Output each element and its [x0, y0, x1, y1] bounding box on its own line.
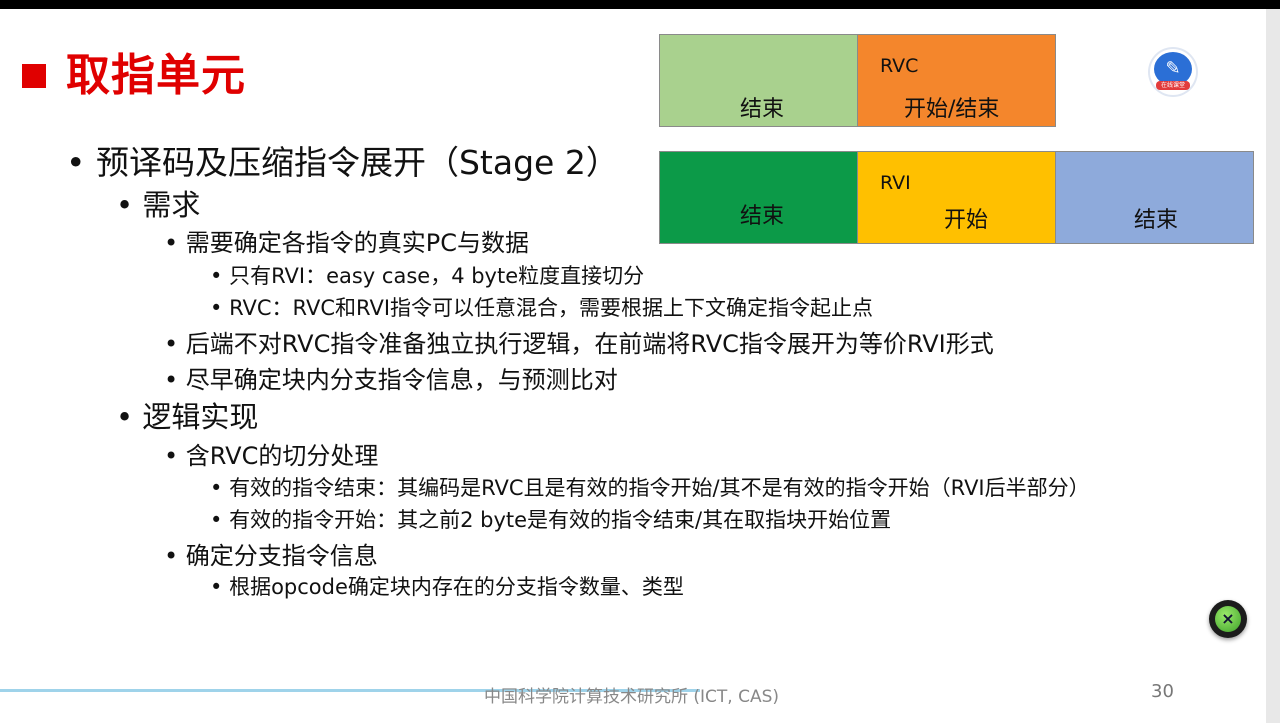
bullet-dot: • — [164, 330, 179, 358]
bullet-dot: • — [164, 442, 179, 470]
close-button[interactable]: × — [1209, 600, 1247, 638]
bullet-item: • 需要确定各指令的真实PC与数据 — [164, 223, 529, 258]
bullet-item: • 尽早确定块内分支指令信息，与预测比对 — [164, 360, 618, 395]
bullet-text: 逻辑实现 — [142, 400, 259, 434]
logo-caption: 在线课堂 — [1156, 81, 1190, 90]
title-marker — [22, 64, 46, 88]
bullet-item: • 有效的指令开始：其之前2 byte是有效的指令结束/其在取指块开始位置 — [210, 504, 891, 534]
bullet-dot: • — [164, 229, 179, 257]
bullet-item: • 根据opcode确定块内存在的分支指令数量、类型 — [210, 571, 684, 601]
bullet-item: • 逻辑实现 — [116, 394, 258, 436]
bullet-dot: • — [66, 143, 86, 182]
rvc-row-end-cell: 结束 — [659, 34, 858, 127]
cell-label: 开始/结束 — [904, 97, 1000, 122]
bullet-item: • 只有RVI：easy case，4 byte粒度直接切分 — [210, 260, 644, 290]
cell-label: 结束 — [740, 204, 785, 229]
rvc-row-start-end-cell: RVC 开始/结束 — [857, 34, 1056, 127]
bullet-text: 根据opcode确定块内存在的分支指令数量、类型 — [229, 575, 684, 599]
rvi-row-end-cell-2: 结束 — [1055, 151, 1254, 244]
bullet-dot: • — [210, 476, 223, 500]
classroom-logo: ✎ 在线课堂 — [1150, 49, 1196, 95]
bullet-item: • 确定分支指令信息 — [164, 536, 378, 571]
bullet-text: 含RVC的切分处理 — [185, 442, 379, 470]
bullet-text: 有效的指令结束：其编码是RVC且是有效的指令开始/其不是有效的指令开始（RVI后… — [229, 476, 1090, 500]
bullet-text: 只有RVI：easy case，4 byte粒度直接切分 — [229, 264, 645, 288]
cell-label: 结束 — [740, 97, 785, 122]
rvi-row-end-cell: 结束 — [659, 151, 858, 244]
slide-title: 取指单元 — [66, 50, 246, 101]
bullet-text: 确定分支指令信息 — [185, 542, 378, 570]
bullet-dot: • — [164, 542, 179, 570]
close-icon: × — [1215, 606, 1241, 632]
cell-tag: RVI — [880, 172, 911, 194]
bullet-text: 需要确定各指令的真实PC与数据 — [185, 229, 530, 257]
bullet-dot: • — [210, 508, 223, 532]
bullet-dot: • — [210, 264, 223, 288]
bullet-item: • 含RVC的切分处理 — [164, 436, 378, 471]
window-top-bar — [0, 0, 1280, 9]
bullet-dot: • — [116, 400, 134, 434]
cell-label: 结束 — [1134, 208, 1179, 233]
bullet-text: 有效的指令开始：其之前2 byte是有效的指令结束/其在取指块开始位置 — [229, 508, 892, 532]
bullet-text: 需求 — [142, 188, 201, 222]
bullet-text: 预译码及压缩指令展开（Stage 2） — [95, 143, 619, 182]
bullet-text: 后端不对RVC指令准备独立执行逻辑，在前端将RVC指令展开为等价RVI形式 — [185, 330, 994, 358]
cell-tag: RVC — [880, 55, 919, 77]
footer-institution: 中国科学院计算技术研究所 (ICT, CAS) — [484, 687, 780, 707]
bullet-item: • 预译码及压缩指令展开（Stage 2） — [66, 136, 619, 184]
bullet-item: • RVC：RVC和RVI指令可以任意混合，需要根据上下文确定指令起止点 — [210, 292, 873, 322]
rvi-row-start-cell: RVI 开始 — [857, 151, 1056, 244]
bullet-item: • 有效的指令结束：其编码是RVC且是有效的指令开始/其不是有效的指令开始（RV… — [210, 472, 1090, 502]
bullet-dot: • — [164, 366, 179, 394]
bullet-item: • 后端不对RVC指令准备独立执行逻辑，在前端将RVC指令展开为等价RVI形式 — [164, 324, 994, 359]
bullet-dot: • — [116, 188, 134, 222]
bullet-dot: • — [210, 575, 223, 599]
bullet-text: 尽早确定块内分支指令信息，与预测比对 — [185, 366, 618, 394]
bullet-dot: • — [210, 296, 223, 320]
bullet-text: RVC：RVC和RVI指令可以任意混合，需要根据上下文确定指令起止点 — [229, 296, 874, 320]
cell-label: 开始 — [944, 208, 989, 233]
bullet-item: • 需求 — [116, 182, 200, 224]
window-right-edge — [1266, 9, 1280, 723]
page-number: 30 — [1151, 681, 1174, 702]
